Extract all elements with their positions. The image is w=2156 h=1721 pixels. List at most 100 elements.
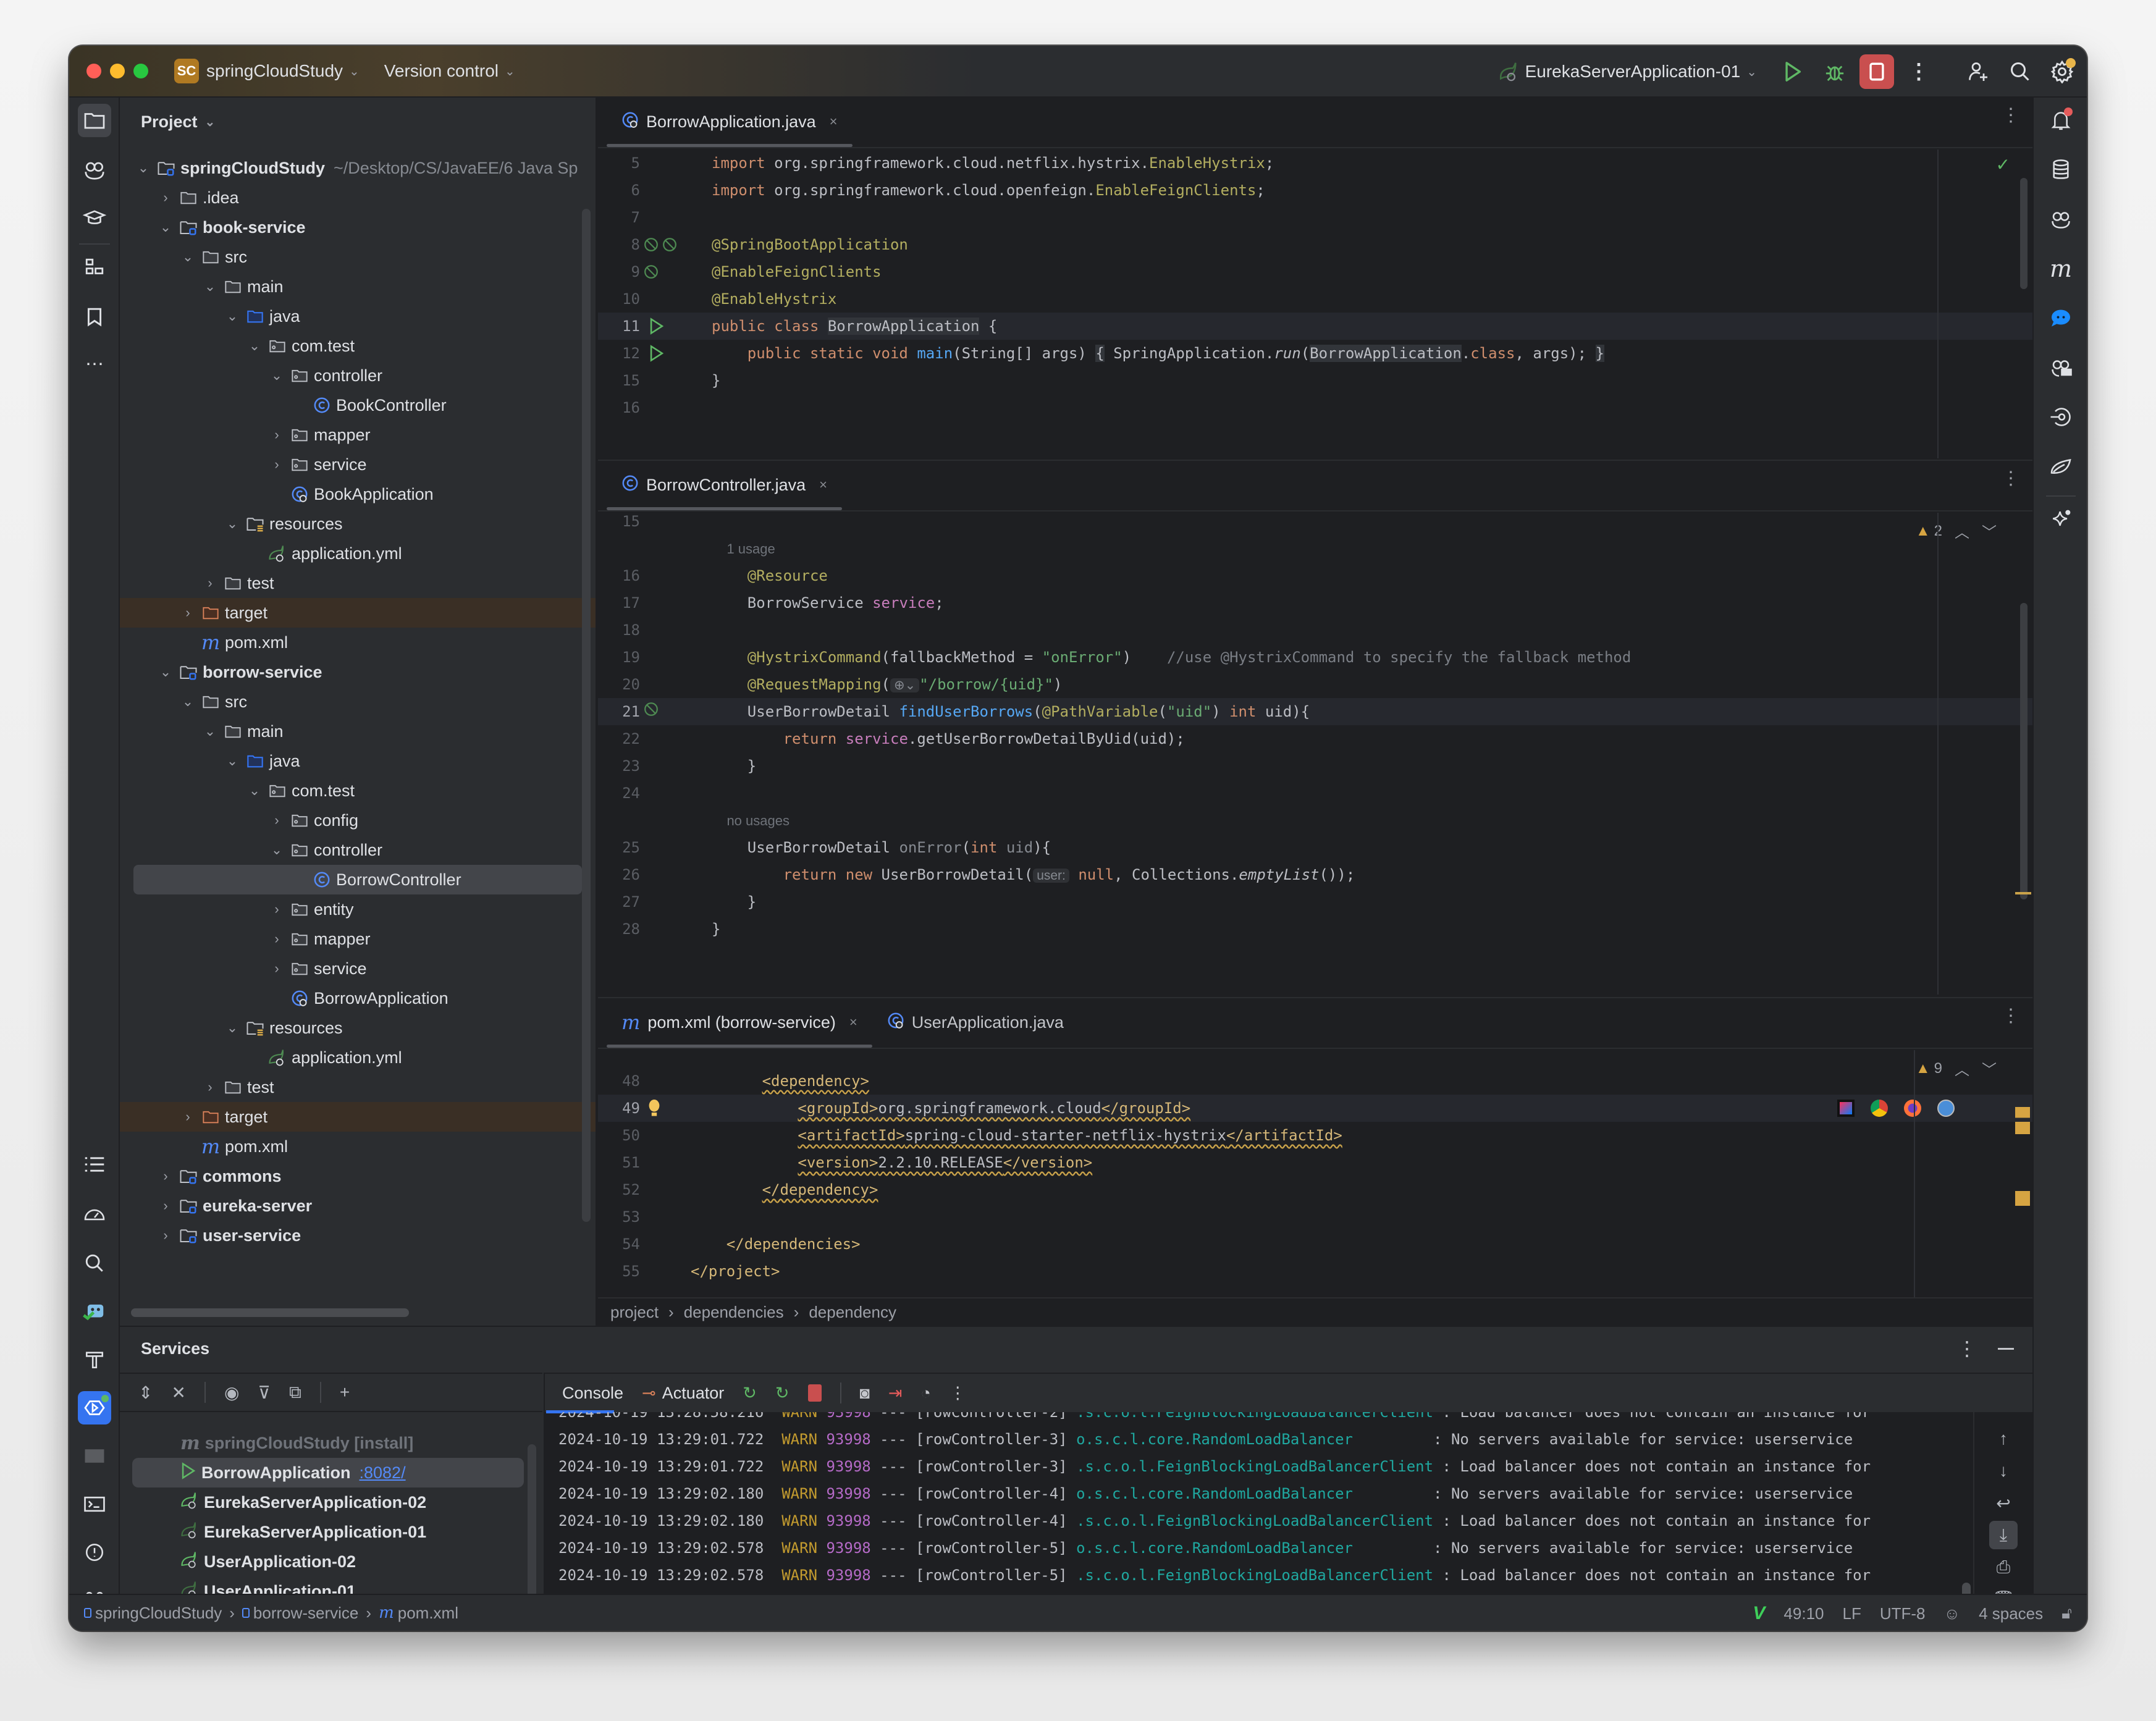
close-window-button[interactable] bbox=[86, 64, 101, 78]
close-tab-icon[interactable]: × bbox=[849, 1014, 857, 1030]
new-tab-icon[interactable]: ⧉ bbox=[289, 1382, 301, 1403]
spring-button[interactable] bbox=[2044, 450, 2078, 483]
service-item[interactable]: EurekaServerApplication-01 bbox=[120, 1517, 542, 1547]
tree-item[interactable]: › mapper bbox=[120, 420, 596, 450]
service-item[interactable]: UserApplication-02 bbox=[120, 1547, 542, 1576]
editor3-inspection-widget[interactable]: ▲ 9 ︿ ﹀ bbox=[1916, 1058, 1997, 1079]
run-config-selector[interactable]: EurekaServerApplication-01 ⌄ bbox=[1498, 61, 1757, 82]
tree-item[interactable]: ⌄ com.test bbox=[120, 331, 596, 361]
code-line[interactable]: 23 } bbox=[598, 752, 2032, 780]
indent-setting[interactable]: 4 spaces bbox=[1979, 1604, 2043, 1623]
chevron-right-icon[interactable]: › bbox=[201, 1079, 219, 1095]
add-user-button[interactable] bbox=[1961, 54, 1995, 89]
chevron-right-icon[interactable]: › bbox=[157, 1227, 174, 1243]
filter-icon[interactable]: ⊽ bbox=[258, 1382, 271, 1403]
tree-item[interactable]: application.yml bbox=[120, 539, 596, 568]
code-line[interactable]: 1 usage bbox=[598, 535, 2032, 562]
chevron-down-icon[interactable]: ⌄ bbox=[268, 842, 285, 858]
service-item[interactable]: BorrowApplication:8082/ bbox=[132, 1458, 524, 1487]
notifications-button[interactable] bbox=[2044, 104, 2078, 137]
line-number[interactable]: 54 bbox=[598, 1231, 640, 1258]
chevron-down-icon[interactable]: ⌄ bbox=[224, 516, 241, 532]
code-line[interactable]: 53 bbox=[598, 1203, 2032, 1231]
chevron-right-icon[interactable]: › bbox=[268, 931, 285, 947]
more-icon[interactable]: ⋮ bbox=[950, 1384, 966, 1403]
chevron-right-icon[interactable]: › bbox=[157, 1168, 174, 1184]
code-line[interactable]: 50 <artifactId>spring-cloud-starter-netf… bbox=[598, 1122, 2032, 1149]
code-line[interactable]: 26 return new UserBorrowDetail(user: nul… bbox=[598, 861, 2032, 888]
services-options-button[interactable]: ⋮ bbox=[1957, 1337, 1977, 1360]
code-line[interactable]: 9 @EnableFeignClients bbox=[598, 258, 2032, 285]
status-path-item[interactable]: m pom.xml bbox=[379, 1604, 458, 1623]
tree-item[interactable]: ⌄ borrow-service bbox=[120, 657, 596, 687]
next-problem-icon[interactable]: ﹀ bbox=[1982, 1058, 1997, 1079]
code-line[interactable]: 6 import org.springframework.cloud.openfe… bbox=[598, 177, 2032, 204]
chevron-right-icon[interactable]: › bbox=[179, 1109, 196, 1125]
services-item-partial[interactable] bbox=[120, 1413, 542, 1428]
run-gutter-icon[interactable] bbox=[649, 345, 666, 362]
chevron-down-icon[interactable]: ⌄ bbox=[224, 1020, 241, 1036]
code-line[interactable]: 12 public static void main(String[] args… bbox=[598, 340, 2032, 367]
editor2-inspection-widget[interactable]: ▲ 2 ︿ ﹀ bbox=[1916, 520, 1997, 542]
scroll-up-button[interactable]: ↑ bbox=[1989, 1424, 2018, 1453]
line-number[interactable]: 28 bbox=[598, 915, 640, 943]
line-number[interactable]: 9 bbox=[598, 258, 640, 285]
tree-item[interactable]: application.yml bbox=[120, 1043, 596, 1072]
stop-button[interactable] bbox=[1859, 54, 1894, 89]
code-line[interactable]: no usages bbox=[598, 807, 2032, 834]
settings-button[interactable] bbox=[2045, 54, 2079, 89]
structure-tool-button[interactable] bbox=[78, 251, 111, 284]
tree-item[interactable]: ⌄ src bbox=[120, 687, 596, 717]
code-line[interactable]: 17 BorrowService service; bbox=[598, 589, 2032, 616]
breadcrumb-item[interactable]: project bbox=[610, 1303, 659, 1322]
zoom-window-button[interactable] bbox=[133, 64, 148, 78]
code-line[interactable]: 24 bbox=[598, 780, 2032, 807]
chevron-down-icon[interactable]: ⌄ bbox=[157, 664, 174, 680]
chevron-down-icon[interactable]: ⌄ bbox=[246, 338, 263, 354]
chevron-right-icon[interactable]: › bbox=[268, 961, 285, 977]
code-line[interactable]: 7 bbox=[598, 204, 2032, 231]
spring-bean-gutter-icon[interactable] bbox=[661, 236, 678, 253]
chevron-down-icon[interactable]: ⌄ bbox=[224, 753, 241, 769]
code-line[interactable]: 11 public class BorrowApplication { bbox=[598, 313, 2032, 340]
code-line[interactable]: 51 <version>2.2.10.RELEASE</version> bbox=[598, 1149, 2032, 1176]
line-number[interactable]: 53 bbox=[598, 1203, 640, 1231]
project-switcher[interactable]: springCloudStudy ⌄ bbox=[206, 61, 360, 81]
scroll-to-end-button[interactable]: ⤓ bbox=[1989, 1521, 2018, 1549]
code-line[interactable]: 10 @EnableHystrix bbox=[598, 285, 2032, 313]
line-number[interactable]: 18 bbox=[598, 616, 640, 644]
editor3-code[interactable]: 48 <dependency> 49 <groupId>org.springfra… bbox=[598, 1049, 2032, 1296]
tree-item[interactable]: ⌄ controller bbox=[120, 361, 596, 390]
expand-all-icon[interactable]: ⇕ bbox=[138, 1382, 153, 1403]
line-number[interactable]: 16 bbox=[598, 562, 640, 589]
tree-item[interactable]: › service bbox=[120, 954, 596, 983]
chevron-right-icon[interactable]: › bbox=[268, 457, 285, 473]
tree-item[interactable]: BorrowApplication bbox=[120, 983, 596, 1013]
line-number[interactable]: 10 bbox=[598, 285, 640, 313]
tree-item[interactable]: ⌄ book-service bbox=[120, 212, 596, 242]
service-item[interactable]: EurekaServerApplication-02 bbox=[120, 1487, 542, 1517]
status-path-item[interactable]: borrow-service bbox=[242, 1604, 358, 1623]
tree-item[interactable]: ⌄ src bbox=[120, 242, 596, 272]
bookmarks-tool-button[interactable] bbox=[78, 300, 111, 334]
tree-horizontal-scrollbar[interactable] bbox=[131, 1308, 409, 1317]
line-number[interactable]: 26 bbox=[598, 861, 640, 888]
editor-tab[interactable]: BorrowController.java × bbox=[607, 460, 842, 510]
rerun-debug-icon[interactable]: ↻ bbox=[775, 1384, 790, 1403]
line-number[interactable]: 27 bbox=[598, 888, 640, 915]
tree-item[interactable]: ⌄ main bbox=[120, 272, 596, 301]
print-button[interactable]: ⎙ bbox=[1989, 1553, 2018, 1581]
tree-item-selected[interactable]: BorrowController bbox=[133, 865, 582, 894]
run-gutter-icon[interactable] bbox=[649, 318, 666, 335]
intellij-icon[interactable] bbox=[1837, 1100, 1855, 1117]
code-line[interactable]: 8 @SpringBootApplication bbox=[598, 231, 2032, 258]
project-panel-header[interactable]: Project ⌄ bbox=[120, 98, 596, 146]
todo-tool-button[interactable] bbox=[78, 1148, 111, 1181]
services-tool-button[interactable] bbox=[78, 1391, 111, 1424]
breadcrumb-item[interactable]: dependency bbox=[809, 1303, 896, 1322]
tree-item[interactable]: BookController bbox=[120, 390, 596, 420]
line-number[interactable]: 52 bbox=[598, 1176, 640, 1203]
chevron-right-icon[interactable]: › bbox=[157, 1198, 174, 1214]
close-tab-icon[interactable]: × bbox=[819, 477, 827, 493]
soft-wrap-button[interactable]: ↩ bbox=[1989, 1489, 2018, 1517]
